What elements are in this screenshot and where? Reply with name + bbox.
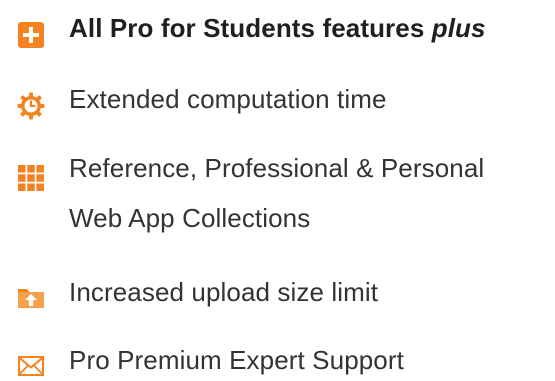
feature-label: Extended computation time xyxy=(69,84,387,114)
feature-label-emphasis: plus xyxy=(431,13,486,43)
feature-list: All Pro for Students features plus Exten… xyxy=(0,0,555,381)
clock-gear-icon xyxy=(17,92,45,120)
feature-label-line2: Web App Collections xyxy=(69,203,311,233)
feature-label: All Pro for Students features plus xyxy=(69,13,486,43)
envelope-icon xyxy=(18,356,44,376)
grid-icon xyxy=(18,165,44,191)
folder-upload-icon xyxy=(18,289,44,308)
feature-label-line1: Reference, Professional & Personal xyxy=(69,153,485,183)
feature-label: Increased upload size limit xyxy=(69,277,379,307)
plus-box-icon xyxy=(18,22,44,48)
feature-label: Pro Premium Expert Support xyxy=(69,345,404,375)
